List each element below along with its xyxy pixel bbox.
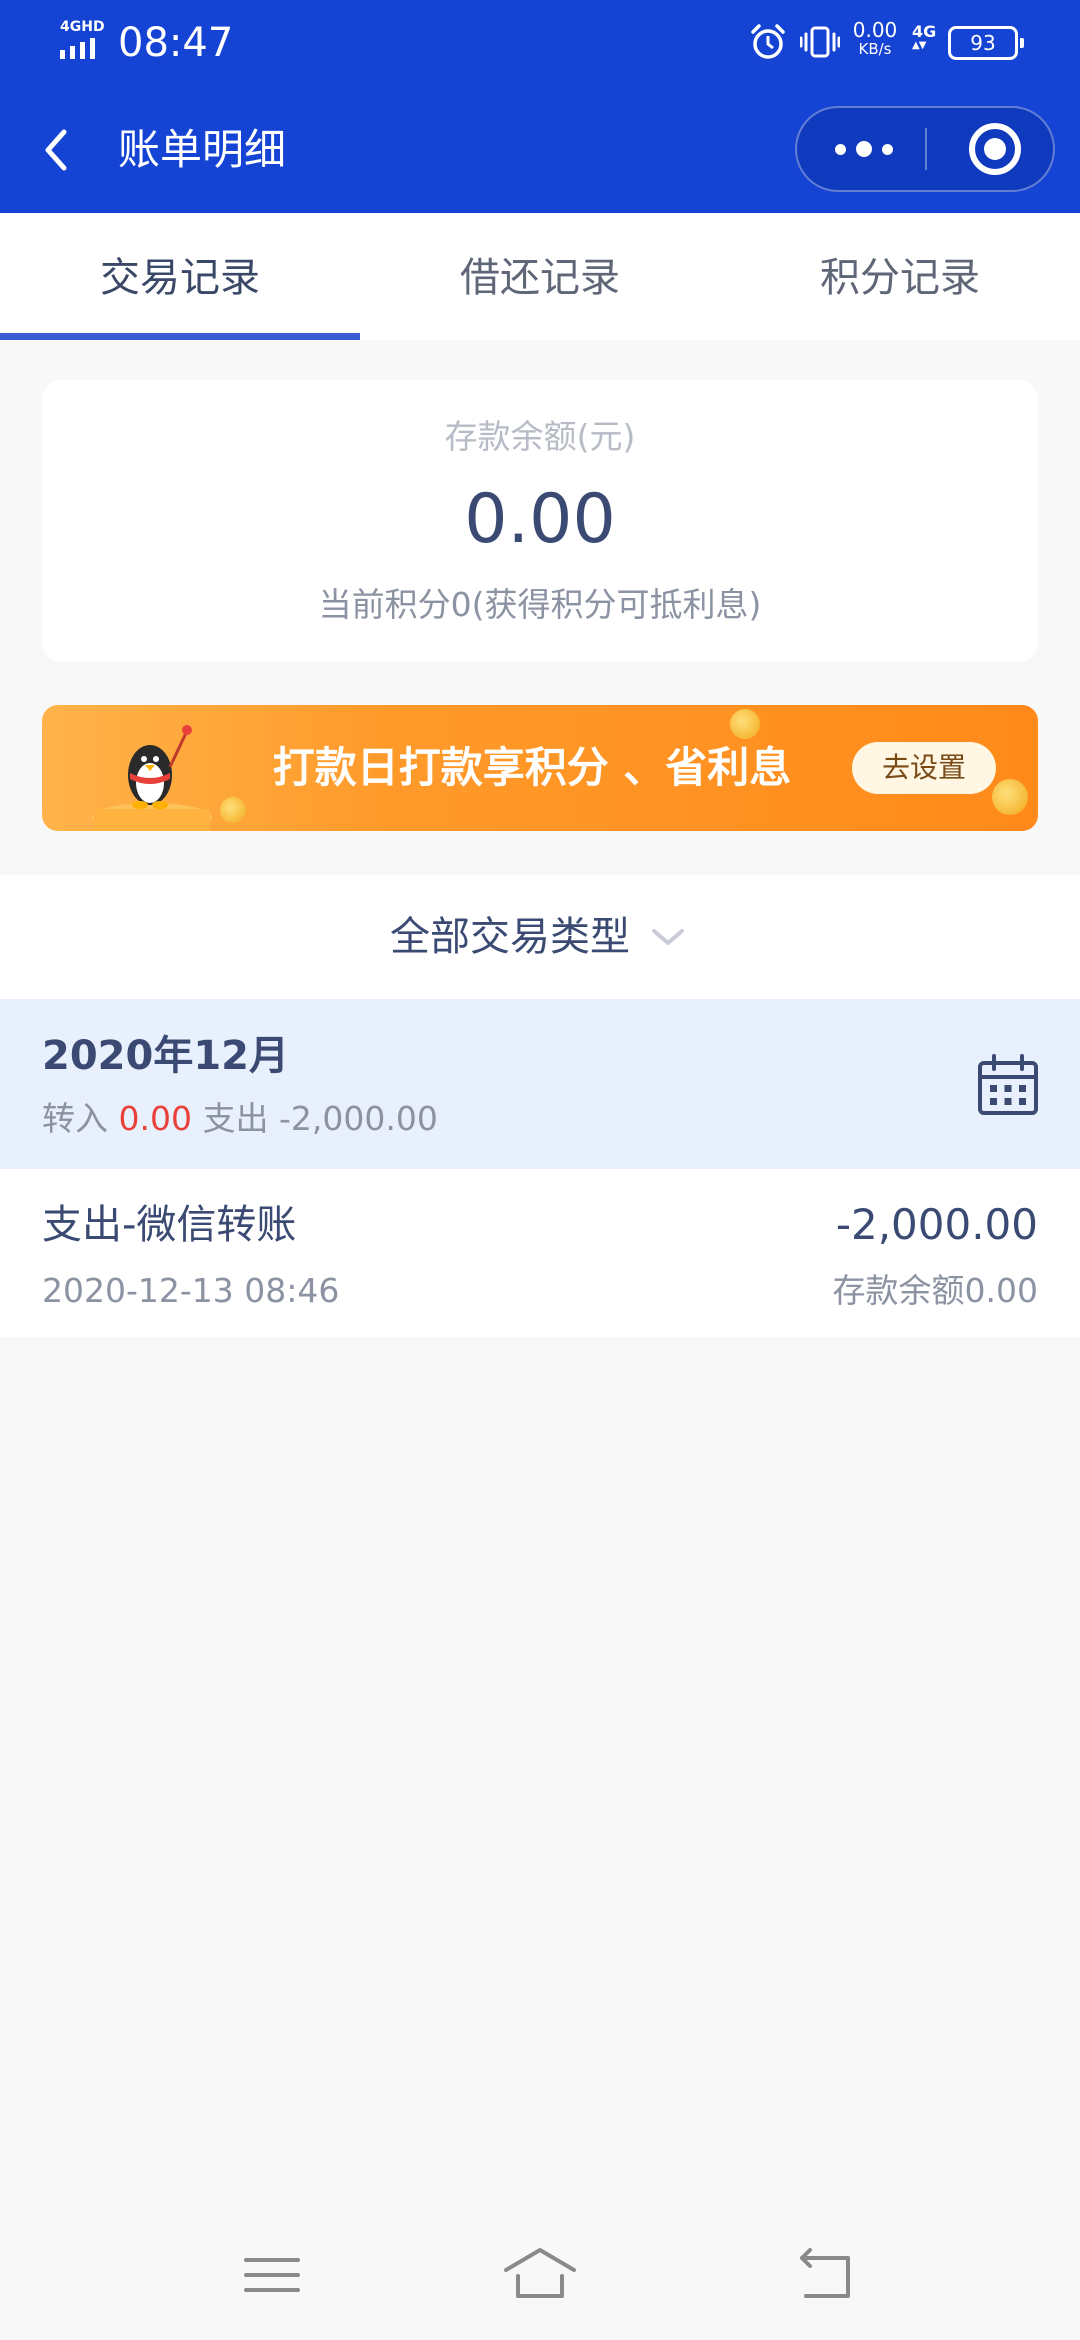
back-icon[interactable]: [34, 118, 82, 182]
miniprogram-capsule: [795, 106, 1055, 192]
status-bar: 4GHD 08:47 0.00 KB/s 4G ▲▼ 93: [0, 0, 1080, 90]
signal-icon: 4GHD: [58, 20, 108, 60]
target-close-icon: [969, 123, 1021, 175]
network-speed: 0.00 KB/s: [850, 20, 900, 57]
tab-borrow-repay[interactable]: 借还记录: [360, 213, 720, 340]
transaction-datetime: 2020-12-13 08:46: [42, 1271, 340, 1310]
status-time: 08:47: [118, 20, 234, 66]
more-button[interactable]: [797, 108, 925, 190]
chevron-down-icon: [652, 929, 684, 945]
app-header: 4GHD 08:47 0.00 KB/s 4G ▲▼ 93 账单明细: [0, 0, 1080, 213]
alarm-icon: [751, 24, 785, 59]
filter-label: 全部交易类型: [390, 914, 630, 960]
balance-amount: 0.00: [464, 480, 616, 559]
income-amount: 0.00: [118, 1099, 192, 1138]
battery-icon: 93: [948, 26, 1024, 60]
tab-points[interactable]: 积分记录: [720, 213, 1080, 340]
points-note: 当前积分0(获得积分可抵利息): [318, 585, 762, 624]
transaction-type-filter[interactable]: 全部交易类型: [390, 905, 688, 969]
balance-label: 存款余额(元): [444, 417, 636, 456]
banner-settings-button[interactable]: 去设置: [852, 742, 996, 794]
banner-text: 打款日打款享积分 、省利息: [272, 743, 792, 792]
month-summary: 转入 0.00 支出 -2,000.00: [42, 1097, 438, 1141]
tab-active-indicator: [0, 333, 360, 340]
network-badge: 4GHD: [60, 19, 105, 35]
income-label: 转入: [42, 1099, 108, 1138]
network-type-label: 4G: [912, 22, 937, 41]
system-nav-bar: [0, 2220, 1080, 2340]
speed-value: 0.00: [852, 18, 898, 42]
transaction-amount: -2,000.00: [835, 1200, 1038, 1249]
balance-card: 存款余额(元) 0.00 当前积分0(获得积分可抵利息): [42, 380, 1038, 662]
penguin-mascot-icon: [92, 725, 212, 831]
tab-transactions[interactable]: 交易记录: [0, 213, 360, 340]
back-arrow-icon[interactable]: [784, 2240, 864, 2310]
coin-decoration: [992, 779, 1028, 815]
promo-banner[interactable]: 打款日打款享积分 、省利息 去设置: [42, 705, 1038, 831]
month-header: 2020年12月 转入 0.00 支出 -2,000.00: [0, 999, 1080, 1169]
transaction-row[interactable]: 支出-微信转账 2020-12-13 08:46 -2,000.00 存款余额0…: [0, 1169, 1080, 1339]
more-dots-icon: [835, 141, 893, 157]
capsule-divider: [925, 128, 927, 170]
transaction-balance: 存款余额0.00: [832, 1271, 1038, 1310]
tab-bar: 交易记录 借还记录 积分记录: [0, 213, 1080, 340]
month-title: 2020年12月: [42, 1033, 289, 1079]
expense-amount: -2,000.00: [278, 1099, 438, 1138]
transaction-title: 支出-微信转账: [42, 1202, 297, 1248]
vibrate-icon: [800, 26, 840, 58]
calendar-icon[interactable]: [976, 1053, 1040, 1117]
battery-level: 93: [970, 31, 996, 55]
expense-label: 支出: [202, 1099, 269, 1138]
menu-icon[interactable]: [232, 2240, 312, 2310]
home-icon[interactable]: [500, 2240, 580, 2310]
page-title: 账单明细: [118, 125, 287, 174]
filter-section: 全部交易类型: [0, 875, 1080, 999]
speed-unit: KB/s: [858, 40, 892, 58]
close-button[interactable]: [937, 108, 1053, 190]
data-arrows-icon: ▲▼: [912, 40, 926, 51]
network-type: 4G ▲▼: [912, 24, 936, 52]
